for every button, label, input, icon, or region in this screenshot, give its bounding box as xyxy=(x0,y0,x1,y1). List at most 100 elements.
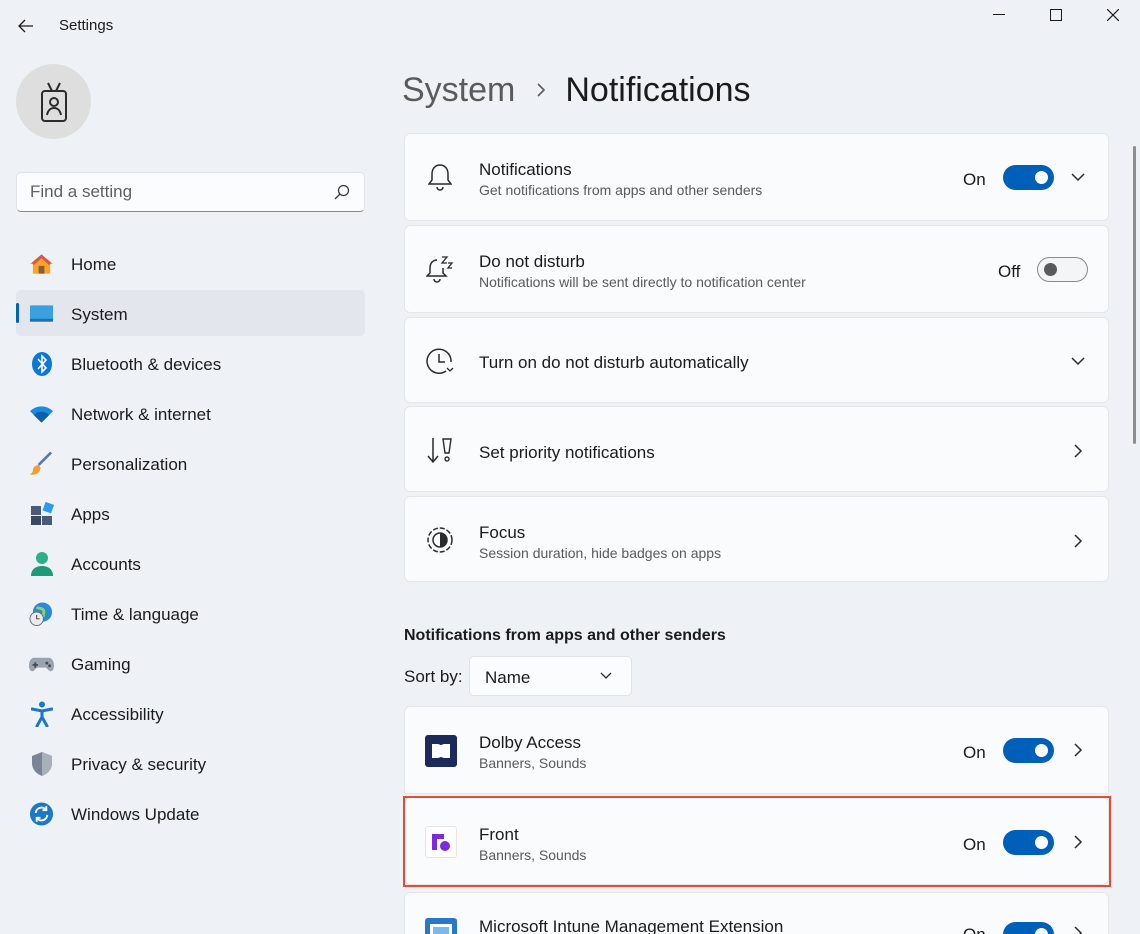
sidebar-item-accounts[interactable]: Accounts xyxy=(16,540,365,586)
shield-icon xyxy=(29,751,54,776)
badge-avatar-icon xyxy=(40,82,67,122)
sidebar-item-privacy[interactable]: Privacy & security xyxy=(16,740,365,786)
accessibility-icon xyxy=(29,701,54,727)
sidebar-item-network[interactable]: Network & internet xyxy=(16,390,365,436)
scrollbar[interactable] xyxy=(1133,146,1136,444)
priority-notifications-setting[interactable]: Set priority notifications xyxy=(404,406,1109,492)
front-toggle[interactable] xyxy=(1003,830,1054,855)
setting-title: Notifications xyxy=(479,160,572,179)
clock-icon xyxy=(425,346,455,376)
app-row-front[interactable]: Front Banners, Sounds On xyxy=(404,797,1109,885)
dolby-access-toggle[interactable] xyxy=(1003,738,1054,763)
search-icon[interactable] xyxy=(334,184,350,200)
back-button[interactable] xyxy=(10,12,42,40)
accounts-icon xyxy=(29,551,54,576)
setting-title: Do not disturb xyxy=(479,252,585,271)
sidebar-item-label: Network & internet xyxy=(71,405,211,424)
breadcrumb-parent[interactable]: System xyxy=(402,71,515,110)
user-avatar[interactable] xyxy=(16,64,91,139)
minimize-button[interactable] xyxy=(970,0,1028,30)
back-arrow-icon xyxy=(18,19,33,33)
focus-icon xyxy=(425,525,455,555)
sidebar-item-label: Home xyxy=(71,255,117,274)
setting-title: Focus xyxy=(479,523,526,542)
app-row-dolby-access[interactable]: Dolby Access Banners, Sounds On xyxy=(404,706,1109,794)
dnd-automatic-setting[interactable]: Turn on do not disturb automatically xyxy=(404,317,1109,403)
breadcrumb: System Notifications xyxy=(402,68,751,112)
system-icon xyxy=(29,301,54,326)
sidebar-item-label: Windows Update xyxy=(71,805,200,824)
home-icon xyxy=(29,251,54,276)
sidebar-item-label: Accounts xyxy=(71,555,141,574)
minimize-icon xyxy=(993,14,1005,15)
bell-snooze-icon xyxy=(425,254,455,284)
close-icon xyxy=(1107,9,1119,21)
chevron-right-icon[interactable] xyxy=(1070,834,1086,850)
sidebar-item-bluetooth[interactable]: Bluetooth & devices xyxy=(16,340,365,386)
sidebar-item-windows-update[interactable]: Windows Update xyxy=(16,790,365,836)
search-box[interactable] xyxy=(16,172,365,212)
app-name: Front xyxy=(479,825,519,844)
maximize-icon xyxy=(1050,9,1062,21)
intune-toggle[interactable] xyxy=(1003,922,1054,934)
bell-icon xyxy=(425,162,455,192)
do-not-disturb-toggle[interactable] xyxy=(1037,257,1088,282)
toggle-state-label: Off xyxy=(998,262,1021,281)
sidebar-item-label: Apps xyxy=(71,505,110,524)
search-input[interactable] xyxy=(30,173,330,211)
app-detail: Banners, Sounds xyxy=(479,847,587,863)
chevron-right-icon xyxy=(537,83,546,97)
chevron-right-icon[interactable] xyxy=(1070,925,1086,934)
dolby-access-icon xyxy=(425,735,457,767)
sidebar-item-label: Personalization xyxy=(71,455,188,474)
front-app-icon xyxy=(425,826,457,858)
sort-label: Sort by: xyxy=(404,667,463,686)
globe-clock-icon xyxy=(29,601,54,626)
sidebar-item-label: Gaming xyxy=(71,655,131,674)
gamepad-icon xyxy=(29,651,54,676)
wifi-icon xyxy=(29,401,54,426)
setting-subtitle: Get notifications from apps and other se… xyxy=(479,182,763,198)
brush-icon xyxy=(29,451,54,476)
notifications-toggle[interactable] xyxy=(1003,165,1054,190)
focus-setting[interactable]: Focus Session duration, hide badges on a… xyxy=(404,496,1109,582)
setting-title: Set priority notifications xyxy=(479,443,655,462)
close-button[interactable] xyxy=(1084,0,1140,30)
title-bar: Settings xyxy=(0,0,1140,50)
chevron-right-icon[interactable] xyxy=(1070,533,1086,549)
sidebar-item-time-language[interactable]: Time & language xyxy=(16,590,365,636)
sidebar-item-gaming[interactable]: Gaming xyxy=(16,640,365,686)
maximize-button[interactable] xyxy=(1027,0,1085,30)
sidebar-item-label: System xyxy=(71,305,128,324)
sidebar-item-apps[interactable]: Apps xyxy=(16,490,365,536)
chevron-down-icon[interactable] xyxy=(1070,169,1086,185)
priority-icon xyxy=(425,435,455,465)
app-title: Settings xyxy=(59,17,114,34)
sort-value: Name xyxy=(485,668,531,687)
sidebar-item-label: Accessibility xyxy=(71,705,164,724)
chevron-down-icon xyxy=(600,672,612,679)
app-name: Microsoft Intune Management Extension xyxy=(479,917,784,934)
sidebar-item-personalization[interactable]: Personalization xyxy=(16,440,365,486)
sidebar-item-home[interactable]: Home xyxy=(16,240,365,286)
chevron-right-icon[interactable] xyxy=(1070,443,1086,459)
sort-dropdown[interactable]: Name xyxy=(469,656,632,696)
toggle-state-label: On xyxy=(963,170,986,189)
app-detail: Banners, Sounds xyxy=(479,755,587,771)
sidebar-nav: Home System Bluetooth & devices Network … xyxy=(16,240,365,840)
apps-icon xyxy=(29,501,54,526)
app-row-intune[interactable]: Microsoft Intune Management Extension On xyxy=(404,892,1109,934)
chevron-down-icon[interactable] xyxy=(1070,353,1086,369)
sidebar-item-system[interactable]: System xyxy=(16,290,365,336)
update-icon xyxy=(29,801,54,826)
sidebar-item-label: Time & language xyxy=(71,605,199,624)
sidebar-item-accessibility[interactable]: Accessibility xyxy=(16,690,365,736)
toggle-state-label: On xyxy=(963,835,986,854)
app-name: Dolby Access xyxy=(479,733,582,752)
setting-subtitle: Session duration, hide badges on apps xyxy=(479,545,722,561)
notifications-setting[interactable]: Notifications Get notifications from app… xyxy=(404,133,1109,221)
setting-subtitle: Notifications will be sent directly to n… xyxy=(479,274,806,290)
bluetooth-icon xyxy=(29,351,54,376)
do-not-disturb-setting[interactable]: Do not disturb Notifications will be sen… xyxy=(404,225,1109,313)
chevron-right-icon[interactable] xyxy=(1070,742,1086,758)
